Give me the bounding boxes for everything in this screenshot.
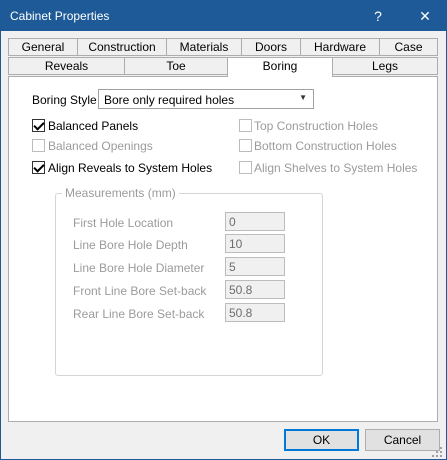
top-construction-holes-checkbox[interactable] [239,119,252,132]
balanced-panels-label[interactable]: Balanced Panels [48,119,138,133]
title-bar[interactable]: Cabinet Properties ? ✕ [1,1,446,31]
line-bore-depth-field[interactable]: 10 [225,234,285,253]
line-bore-depth-label: Line Bore Hole Depth [73,238,188,252]
bottom-construction-holes-label[interactable]: Bottom Construction Holes [254,139,397,153]
tab-toe[interactable]: Toe [124,57,228,75]
align-reveals-checkbox[interactable] [32,161,45,174]
line-bore-diameter-field[interactable]: 5 [225,257,285,276]
line-bore-diameter-label: Line Bore Hole Diameter [73,261,205,275]
line-bore-depth-value: 10 [229,237,243,251]
tab-general[interactable]: General [8,38,78,56]
tab-doors[interactable]: Doors [241,38,301,56]
chevron-down-icon: ▼ [299,93,307,102]
front-setback-field[interactable]: 50.8 [225,280,285,299]
tab-legs[interactable]: Legs [332,57,438,75]
align-shelves-checkbox[interactable] [239,161,252,174]
front-setback-value: 50.8 [229,283,253,297]
ok-button[interactable]: OK [284,429,359,451]
balanced-openings-label[interactable]: Balanced Openings [48,139,153,153]
tab-construction[interactable]: Construction [77,38,167,56]
front-setback-label: Front Line Bore Set-back [73,284,207,298]
cancel-button[interactable]: Cancel [365,429,440,451]
first-hole-location-label: First Hole Location [73,216,174,230]
boring-style-label: Boring Style [32,93,97,107]
balanced-panels-checkbox[interactable] [32,119,45,132]
align-reveals-label[interactable]: Align Reveals to System Holes [48,161,212,175]
first-hole-location-value: 0 [229,215,236,229]
top-construction-holes-label[interactable]: Top Construction Holes [254,119,378,133]
rear-setback-value: 50.8 [229,306,253,320]
line-bore-diameter-value: 5 [229,260,236,274]
first-hole-location-field[interactable]: 0 [225,212,285,231]
close-button[interactable]: ✕ [408,1,442,31]
tab-materials[interactable]: Materials [166,38,242,56]
rear-setback-label: Rear Line Bore Set-back [73,307,205,321]
tab-boring[interactable]: Boring [227,57,333,77]
tab-case[interactable]: Case [379,38,438,56]
rear-setback-field[interactable]: 50.8 [225,303,285,322]
tab-reveals[interactable]: Reveals [8,57,125,75]
resize-grip-icon[interactable] [432,447,444,459]
tab-hardware[interactable]: Hardware [300,38,380,56]
dialog-title: Cabinet Properties [10,9,110,23]
measurements-group-title: Measurements (mm) [62,186,179,200]
align-shelves-label[interactable]: Align Shelves to System Holes [254,161,417,175]
bottom-construction-holes-checkbox[interactable] [239,139,252,152]
boring-style-dropdown[interactable]: Bore only required holes ▼ [98,89,314,109]
help-button[interactable]: ? [361,1,395,31]
balanced-openings-checkbox[interactable] [32,139,45,152]
boring-style-value: Bore only required holes [104,93,235,107]
